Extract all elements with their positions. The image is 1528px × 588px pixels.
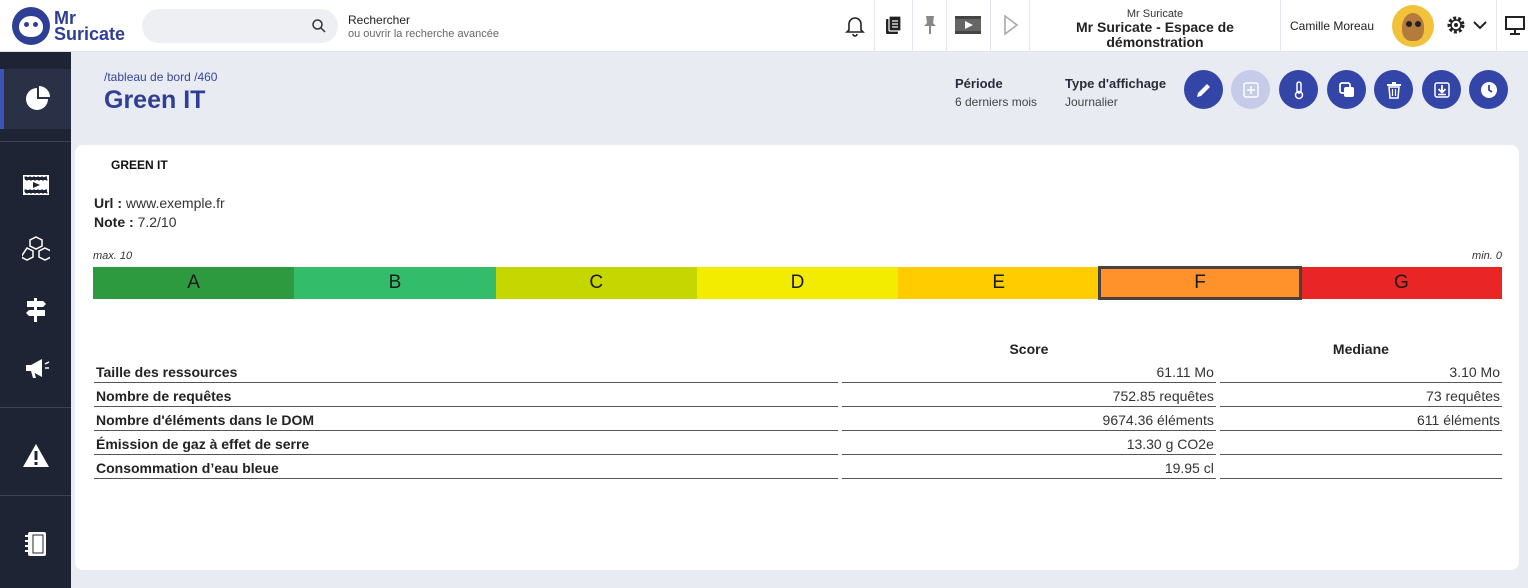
workspace-name: Mr Suricate - Espace de démonstration xyxy=(1076,19,1234,50)
video-icon[interactable] xyxy=(953,13,983,37)
suricate-logo-icon xyxy=(12,7,50,45)
median-header: Mediane xyxy=(1332,341,1389,357)
metrics-table: Score Mediane Taille des ressources 61.11… xyxy=(94,337,1502,479)
trash-icon xyxy=(1386,81,1401,99)
metric-median: 73 requêtes xyxy=(1219,383,1502,407)
breadcrumb: /tableau de bord /460 xyxy=(104,70,218,84)
scale-min-label: min. 0 xyxy=(1472,250,1502,262)
presentation-icon[interactable] xyxy=(1503,13,1527,37)
sidebar-item-videos[interactable] xyxy=(0,155,71,215)
advanced-search-link[interactable]: ou ouvrir la recherche avancée xyxy=(348,28,499,40)
avatar[interactable] xyxy=(1392,5,1434,47)
grade-g: G xyxy=(1300,267,1502,299)
warning-icon xyxy=(22,444,49,467)
metric-name: Nombre de requêtes xyxy=(94,383,838,407)
app-logo[interactable]: Mr Suricate xyxy=(12,7,125,45)
edit-button[interactable] xyxy=(1184,70,1223,109)
megaphone-icon xyxy=(25,359,49,378)
table-row: Émission de gaz à effet de serre 13.30 g … xyxy=(94,431,1502,455)
metric-name: Nombre d'éléments dans le DOM xyxy=(94,407,838,431)
period-value[interactable]: 6 derniers mois xyxy=(955,95,1037,109)
copy-icon xyxy=(1338,81,1354,97)
pin-icon[interactable] xyxy=(918,13,942,37)
metric-score: 19.95 cl xyxy=(842,455,1216,479)
table-row: Consommation d’eau bleue 19.95 cl xyxy=(94,455,1502,479)
metric-score: 13.30 g CO2e xyxy=(842,431,1216,455)
table-row: Nombre d'éléments dans le DOM 9674.36 élé… xyxy=(94,407,1502,431)
score-header: Score xyxy=(1009,341,1049,357)
download-icon xyxy=(1433,81,1450,98)
grade-scale: ABCDEFG xyxy=(93,266,1502,300)
display-type-value[interactable]: Journalier xyxy=(1065,95,1118,109)
metric-median: 611 éléments xyxy=(1219,407,1502,431)
download-button[interactable] xyxy=(1422,70,1461,109)
page-title: Green IT xyxy=(104,86,206,114)
grade-b: B xyxy=(294,267,496,299)
grade-c: C xyxy=(495,267,697,299)
sidebar-item-campaigns[interactable] xyxy=(0,338,71,398)
add-button[interactable] xyxy=(1231,70,1270,109)
clock-icon xyxy=(1480,81,1497,98)
note-label: Note : xyxy=(94,214,134,230)
workspace-selector[interactable]: Mr Suricate Mr Suricate - Espace de démo… xyxy=(1030,0,1280,52)
top-bar: Mr Suricate Rechercher ou ouvrir la rech… xyxy=(0,0,1528,52)
grade-e: E xyxy=(898,267,1100,299)
grade-f: F xyxy=(1098,266,1302,300)
metric-median xyxy=(1219,455,1502,479)
table-row: Nombre de requêtes 752.85 requêtes 73 requ… xyxy=(94,383,1502,407)
logo-text: Mr Suricate xyxy=(54,8,126,44)
chevron-down-icon[interactable] xyxy=(1470,13,1490,37)
scale-max-label: max. 10 xyxy=(93,250,133,262)
cubes-icon xyxy=(21,236,50,261)
metric-name: Émission de gaz à effet de serre xyxy=(94,431,838,455)
period-label: Période xyxy=(955,76,1003,91)
search-label[interactable]: Rechercher xyxy=(348,13,410,27)
bell-icon[interactable] xyxy=(843,13,867,37)
signpost-icon xyxy=(25,298,46,322)
edit-icon xyxy=(1196,83,1210,97)
clipboard-icon[interactable] xyxy=(881,13,905,37)
metric-score: 752.85 requêtes xyxy=(842,383,1216,407)
grade-a: A xyxy=(93,267,295,299)
play-icon[interactable] xyxy=(998,13,1022,37)
note-value: 7.2/10 xyxy=(137,214,177,230)
add-icon xyxy=(1242,81,1259,98)
metric-name-header xyxy=(94,337,838,359)
url-value: www.exemple.fr xyxy=(125,195,225,211)
metric-name: Consommation d’eau bleue xyxy=(94,455,838,479)
metric-score: 61.11 Mo xyxy=(842,359,1216,383)
breadcrumb-id[interactable]: 460 xyxy=(197,70,217,84)
thermometer-icon xyxy=(1294,80,1303,99)
history-button[interactable] xyxy=(1469,70,1508,109)
video-icon xyxy=(22,175,49,195)
metric-median xyxy=(1219,431,1502,455)
sidebar-item-journeys[interactable] xyxy=(0,280,71,340)
duplicate-button[interactable] xyxy=(1327,70,1366,109)
notebook-icon xyxy=(24,532,46,556)
thresholds-button[interactable] xyxy=(1279,70,1318,109)
metric-name: Taille des ressources xyxy=(94,359,838,383)
sidebar-item-dashboard[interactable] xyxy=(0,69,71,129)
sidebar-item-alerts[interactable] xyxy=(0,426,71,486)
sidebar-item-modules[interactable] xyxy=(0,218,71,278)
display-type-label: Type d'affichage xyxy=(1065,76,1167,91)
user-name[interactable]: Camille Moreau xyxy=(1290,19,1374,33)
card-title: GREEN IT xyxy=(111,158,168,172)
delete-button[interactable] xyxy=(1374,70,1413,109)
url-label: Url : xyxy=(94,195,122,211)
note-line: Note : 7.2/10 xyxy=(94,214,177,230)
search-icon[interactable] xyxy=(310,17,328,35)
grade-d: D xyxy=(696,267,899,299)
url-line: Url : www.exemple.fr xyxy=(94,195,225,211)
search-input[interactable] xyxy=(142,9,338,43)
dashboard-pie-icon xyxy=(25,86,50,110)
metric-score: 9674.36 éléments xyxy=(842,407,1216,431)
sidebar-item-notebook[interactable] xyxy=(0,514,71,574)
gear-icon[interactable] xyxy=(1444,13,1468,37)
sidebar xyxy=(0,52,71,588)
metrics-header-row: Score Mediane xyxy=(94,337,1502,359)
metric-median: 3.10 Mo xyxy=(1219,359,1502,383)
breadcrumb-dashboard[interactable]: tableau de bord xyxy=(107,70,190,84)
table-row: Taille des ressources 61.11 Mo 3.10 Mo xyxy=(94,359,1502,383)
